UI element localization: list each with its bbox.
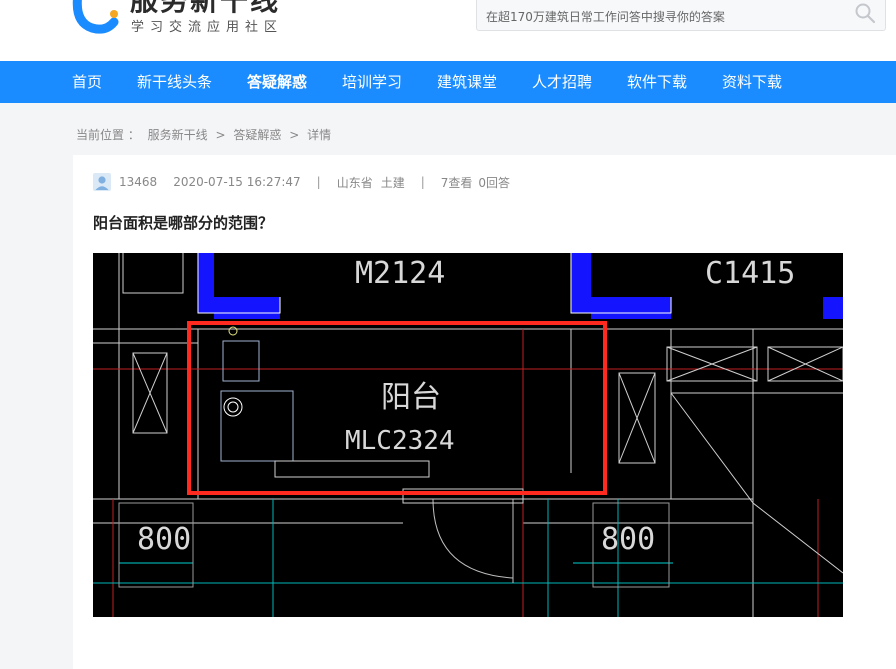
answer-count: 0回答 [478,175,511,190]
main-nav: 首页 新干线头条 答疑解惑 培训学习 建筑课堂 人才招聘 软件下载 资料下载 [0,61,896,103]
window-label: MLC2324 [345,426,455,456]
breadcrumb-item-qa[interactable]: 答疑解惑 [233,128,281,142]
breadcrumb-separator: > [289,128,300,142]
meta-divider: | [420,175,425,189]
logo-icon[interactable] [70,0,126,36]
location: 山东省 [336,175,373,190]
question-meta: 13468 2020-07-15 16:27:47 | 山东省 土建 | 7查看… [93,173,510,191]
breadcrumb: 当前位置 ： 服务新干线 > 答疑解惑 > 详情 [76,126,335,143]
meta-divider: | [316,175,321,189]
user-id[interactable]: 13468 [119,175,157,189]
breadcrumb-item-detail: 详情 [307,128,332,142]
nav-item-resources[interactable]: 资料下载 [722,61,782,103]
breadcrumb-item-home[interactable]: 服务新干线 [148,128,208,142]
nav-item-home[interactable]: 首页 [72,61,102,103]
nav-item-headlines[interactable]: 新干线头条 [137,61,212,103]
nav-item-jobs[interactable]: 人才招聘 [532,61,592,103]
window-label-right: C1415 [705,256,795,291]
breadcrumb-separator: > [215,128,226,142]
question-card: 13468 2020-07-15 16:27:47 | 山东省 土建 | 7查看… [73,155,896,669]
view-count: 7查看 [440,175,473,190]
nav-item-classroom[interactable]: 建筑课堂 [437,61,497,103]
nav-item-training[interactable]: 培训学习 [342,61,402,103]
search-box [476,0,886,31]
question-title: 阳台面积是哪部分的范围？ [93,214,274,232]
post-datetime: 2020-07-15 16:27:47 [173,175,301,189]
avatar-icon[interactable] [93,173,111,191]
site-header: 服务新干线 学习交流应用社区 [0,0,896,61]
breadcrumb-prefix: 当前位置 ： [76,128,140,142]
search-icon[interactable] [854,2,876,24]
category: 土建 [380,175,405,190]
nav-item-software[interactable]: 软件下载 [627,61,687,103]
door-label: M2124 [355,256,445,291]
question-image[interactable]: M2124 C1415 阳台 MLC2324 800 800 [93,253,843,617]
room-label: 阳台 [381,380,441,415]
logo-subtitle: 学习交流应用社区 [131,20,284,35]
search-input[interactable] [486,8,836,26]
dimension-right: 800 [601,522,655,557]
nav-item-qa[interactable]: 答疑解惑 [247,61,307,103]
dimension-left: 800 [137,522,191,557]
